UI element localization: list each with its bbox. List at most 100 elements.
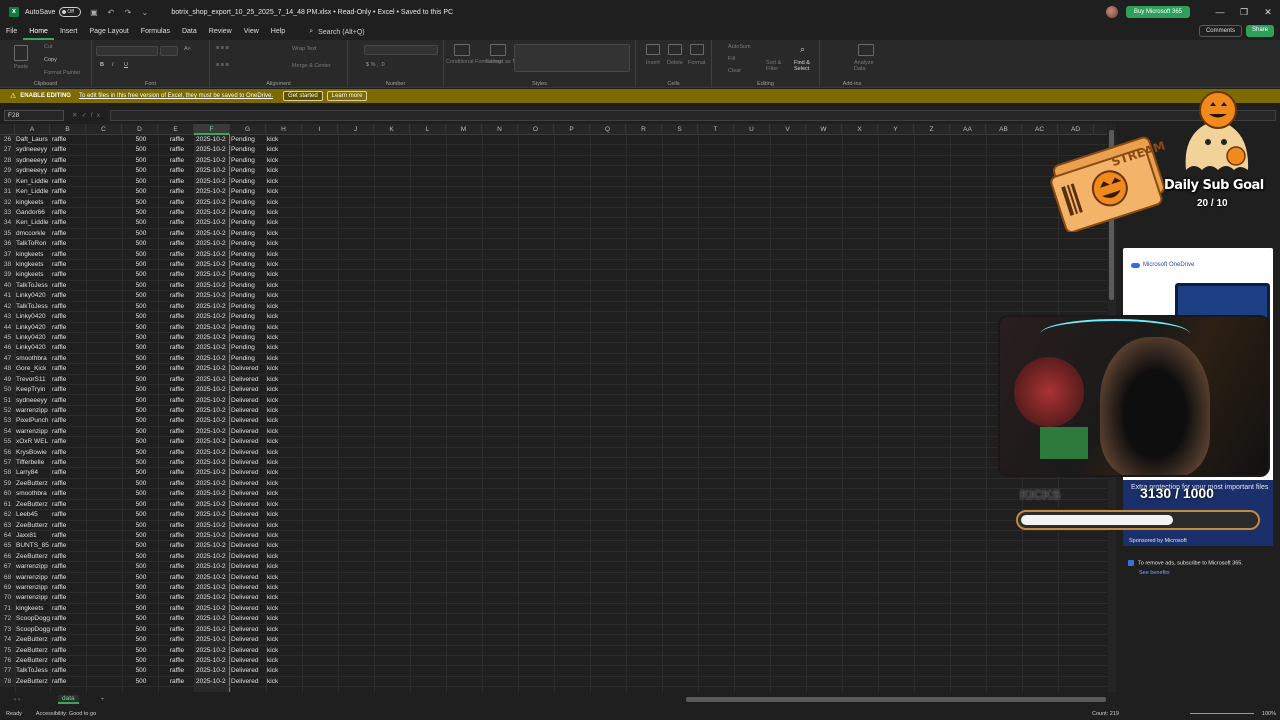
row-number[interactable]: 50: [0, 385, 15, 396]
cell-type[interactable]: raffle: [51, 323, 87, 333]
cell-date[interactable]: 2025-10-2: [195, 437, 231, 447]
cell-cost[interactable]: 500: [123, 531, 159, 541]
cell-cost[interactable]: 500: [123, 666, 159, 676]
cell-reward[interactable]: raffle: [159, 135, 195, 145]
cell-status[interactable]: Delivered: [231, 375, 267, 385]
cell-cost[interactable]: 500: [123, 489, 159, 499]
row-number[interactable]: 40: [0, 280, 15, 292]
cell-type[interactable]: raffle: [51, 145, 87, 155]
formula-input[interactable]: [109, 109, 1276, 121]
cut-button[interactable]: Cut: [44, 44, 53, 50]
cell-username[interactable]: BUNTS_85: [15, 541, 51, 551]
cell-platform[interactable]: kick: [267, 625, 303, 635]
cell-date[interactable]: 2025-10-2: [195, 468, 231, 478]
cell-platform[interactable]: kick: [267, 312, 303, 322]
cell-date[interactable]: 2025-10-2: [195, 583, 231, 593]
cell-date[interactable]: 2025-10-2: [195, 145, 231, 155]
cell-type[interactable]: raffle: [51, 187, 87, 197]
column-header-g[interactable]: G: [230, 124, 266, 135]
row-number[interactable]: 58: [0, 468, 15, 479]
cell-platform[interactable]: kick: [267, 468, 303, 478]
undo-icon[interactable]: ↶: [106, 8, 115, 17]
cell-platform[interactable]: kick: [267, 177, 303, 187]
cell-platform[interactable]: kick: [267, 156, 303, 166]
cell-date[interactable]: 2025-10-2: [195, 177, 231, 187]
cell-cost[interactable]: 500: [123, 510, 159, 520]
row-number[interactable]: 56: [0, 447, 15, 458]
row-number[interactable]: 62: [0, 510, 15, 521]
row-number[interactable]: 59: [0, 478, 15, 490]
row-number[interactable]: 52: [0, 405, 15, 417]
cell-platform[interactable]: kick: [267, 677, 303, 687]
cell-username[interactable]: ZeeButterz: [15, 500, 51, 510]
cell-type[interactable]: raffle: [51, 593, 87, 603]
format-cells-icon[interactable]: [690, 44, 704, 55]
cell-date[interactable]: 2025-10-2: [195, 666, 231, 676]
cell-date[interactable]: 2025-10-2: [195, 625, 231, 635]
row-number[interactable]: 72: [0, 614, 15, 625]
cell-status[interactable]: Pending: [231, 177, 267, 187]
column-header-c[interactable]: C: [86, 124, 122, 135]
cell-reward[interactable]: raffle: [159, 281, 195, 291]
column-header-b[interactable]: B: [50, 124, 86, 135]
insert-cells-icon[interactable]: [646, 44, 660, 55]
cell-reward[interactable]: raffle: [159, 208, 195, 218]
cell-date[interactable]: 2025-10-2: [195, 541, 231, 551]
cell-date[interactable]: 2025-10-2: [195, 396, 231, 406]
cell-status[interactable]: Pending: [231, 218, 267, 228]
cell-cost[interactable]: 500: [123, 260, 159, 270]
cell-reward[interactable]: raffle: [159, 250, 195, 260]
cell-date[interactable]: 2025-10-2: [195, 562, 231, 572]
cell-status[interactable]: Pending: [231, 333, 267, 343]
cell-platform[interactable]: kick: [267, 593, 303, 603]
cell-cost[interactable]: 500: [123, 437, 159, 447]
cell-date[interactable]: 2025-10-2: [195, 187, 231, 197]
row-number[interactable]: 70: [0, 593, 15, 604]
cell-date[interactable]: 2025-10-2: [195, 260, 231, 270]
cell-styles-gallery[interactable]: [514, 44, 630, 72]
cell-reward[interactable]: raffle: [159, 552, 195, 562]
cell-platform[interactable]: kick: [267, 552, 303, 562]
cell-reward[interactable]: raffle: [159, 375, 195, 385]
cell-date[interactable]: 2025-10-2: [195, 635, 231, 645]
sheet-nav-icon[interactable]: ‹ ›: [14, 696, 36, 703]
cell-status[interactable]: Pending: [231, 291, 267, 301]
cell-type[interactable]: raffle: [51, 166, 87, 176]
cell-status[interactable]: Delivered: [231, 521, 267, 531]
row-number[interactable]: 63: [0, 520, 15, 531]
insert-button[interactable]: Insert: [646, 60, 660, 66]
cell-platform[interactable]: kick: [267, 375, 303, 385]
cell-type[interactable]: raffle: [51, 448, 87, 458]
cell-platform[interactable]: kick: [267, 635, 303, 645]
cell-cost[interactable]: 500: [123, 677, 159, 687]
zoom-slider[interactable]: [1190, 713, 1254, 714]
cell-type[interactable]: raffle: [51, 468, 87, 478]
cell-status[interactable]: Delivered: [231, 385, 267, 395]
column-header-z[interactable]: Z: [914, 124, 950, 135]
row-number[interactable]: 42: [0, 301, 15, 313]
cell-reward[interactable]: raffle: [159, 500, 195, 510]
row-number[interactable]: 78: [0, 676, 15, 688]
cell-status[interactable]: Pending: [231, 260, 267, 270]
get-started-button[interactable]: Get started: [283, 91, 323, 101]
autosum-button[interactable]: AutoSum: [728, 44, 751, 50]
cell-username[interactable]: sydneeeyy: [15, 156, 51, 166]
cell-reward[interactable]: raffle: [159, 406, 195, 416]
cell-status[interactable]: Pending: [231, 250, 267, 260]
cell-platform[interactable]: kick: [267, 646, 303, 656]
cell-date[interactable]: 2025-10-2: [195, 406, 231, 416]
row-number[interactable]: 61: [0, 499, 15, 511]
file-title[interactable]: botrix_shop_export_10_25_2025_7_14_48 PM…: [171, 9, 453, 16]
cell-reward[interactable]: raffle: [159, 396, 195, 406]
row-number[interactable]: 46: [0, 343, 15, 354]
cell-type[interactable]: raffle: [51, 260, 87, 270]
analyze-data-icon[interactable]: [858, 44, 874, 56]
cell-cost[interactable]: 500: [123, 521, 159, 531]
cell-date[interactable]: 2025-10-2: [195, 448, 231, 458]
cell-username[interactable]: ZeeButterz: [15, 521, 51, 531]
fill-button[interactable]: Fill: [728, 56, 735, 62]
cell-status[interactable]: Delivered: [231, 541, 267, 551]
redo-icon[interactable]: ↷: [123, 8, 132, 17]
column-header-d[interactable]: D: [122, 124, 158, 135]
cell-status[interactable]: Delivered: [231, 604, 267, 614]
